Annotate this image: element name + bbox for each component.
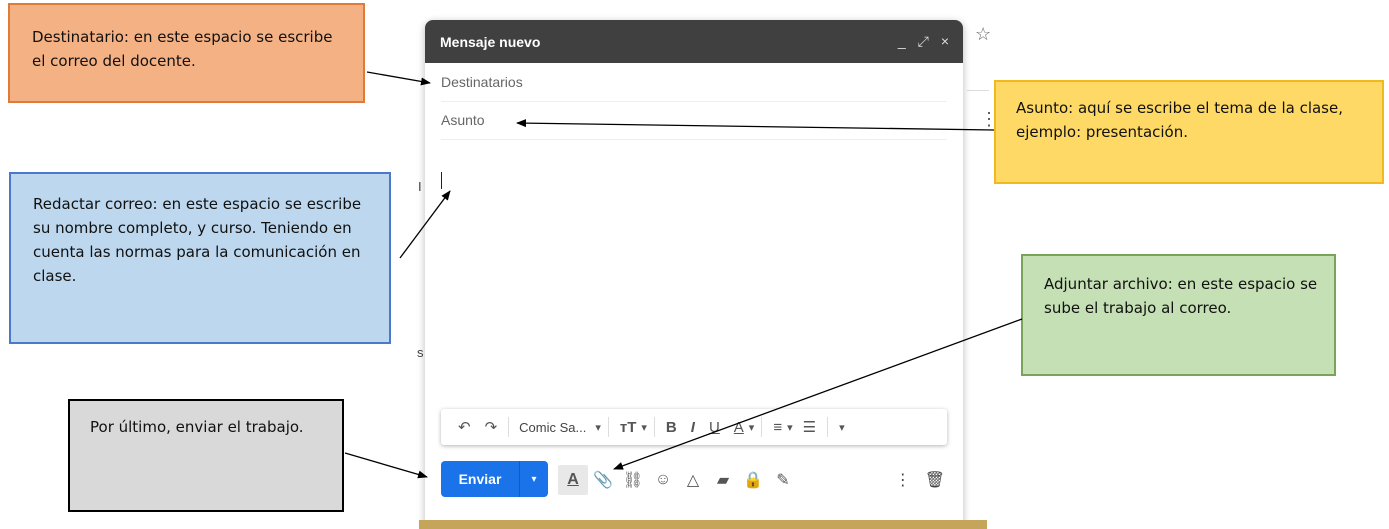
arrow-redactar [399,190,451,259]
annotation-arrows [344,71,1023,479]
arrow-destinatario [366,71,431,86]
arrow-enviar [344,452,428,479]
arrow-adjuntar [613,318,1023,470]
arrow-asunto [516,119,995,131]
